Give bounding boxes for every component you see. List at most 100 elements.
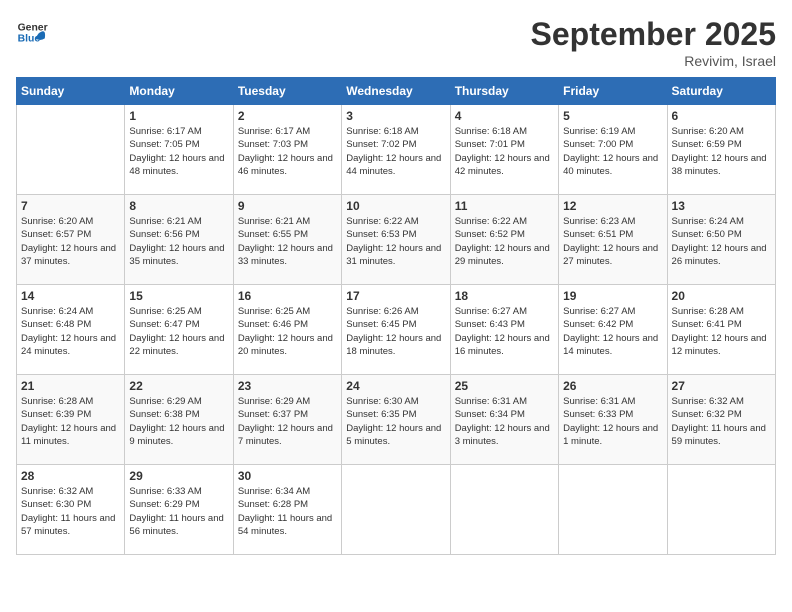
day-info: Sunrise: 6:30 AMSunset: 6:35 PMDaylight:… (346, 395, 445, 448)
calendar-week-4: 21 Sunrise: 6:28 AMSunset: 6:39 PMDayligh… (17, 375, 776, 465)
calendar-cell: 23Sunrise: 6:29 AMSunset: 6:37 PMDayligh… (233, 375, 341, 465)
day-number: 24 (346, 379, 445, 393)
day-info: Sunrise: 6:28 AMSunset: 6:39 PMDaylight:… (21, 395, 120, 448)
day-info: Sunrise: 6:29 AMSunset: 6:38 PMDaylight:… (129, 395, 228, 448)
logo: General Blue (16, 16, 52, 48)
title-block: September 2025 Revivim, Israel (531, 16, 776, 69)
day-header-thursday: Thursday (450, 78, 558, 105)
day-info: Sunrise: 6:21 AMSunset: 6:55 PMDaylight:… (238, 215, 337, 268)
calendar-cell: 20 Sunrise: 6:28 AMSunset: 6:41 PMDayligh… (667, 285, 775, 375)
calendar-week-2: 7Sunrise: 6:20 AMSunset: 6:57 PMDaylight… (17, 195, 776, 285)
calendar-cell (342, 465, 450, 555)
day-number: 28 (21, 469, 120, 483)
calendar-cell: 12 Sunrise: 6:23 AMSunset: 6:51 PMDayligh… (559, 195, 667, 285)
calendar-cell: 15Sunrise: 6:25 AMSunset: 6:47 PMDayligh… (125, 285, 233, 375)
calendar-cell: 2Sunrise: 6:17 AMSunset: 7:03 PMDaylight… (233, 105, 341, 195)
day-number: 22 (129, 379, 228, 393)
day-number: 29 (129, 469, 228, 483)
calendar-cell: 17Sunrise: 6:26 AMSunset: 6:45 PMDayligh… (342, 285, 450, 375)
svg-text:Blue: Blue (18, 34, 41, 45)
calendar-cell: 29 Sunrise: 6:33 AMSunset: 6:29 PMDayligh… (125, 465, 233, 555)
day-number: 20 (672, 289, 771, 303)
day-info: Sunrise: 6:22 AMSunset: 6:52 PMDaylight:… (455, 215, 554, 268)
calendar-cell: 25 Sunrise: 6:31 AMSunset: 6:34 PMDayligh… (450, 375, 558, 465)
day-number: 21 (21, 379, 120, 393)
day-number: 16 (238, 289, 337, 303)
location: Revivim, Israel (531, 53, 776, 69)
day-info: Sunrise: 6:19 AMSunset: 7:00 PMDaylight:… (563, 125, 662, 178)
day-header-tuesday: Tuesday (233, 78, 341, 105)
day-number: 18 (455, 289, 554, 303)
calendar-cell: 16 Sunrise: 6:25 AMSunset: 6:46 PMDayligh… (233, 285, 341, 375)
day-info: Sunrise: 6:21 AMSunset: 6:56 PMDaylight:… (129, 215, 228, 268)
day-number: 27 (672, 379, 771, 393)
calendar-header-row: SundayMondayTuesdayWednesdayThursdayFrid… (17, 78, 776, 105)
day-info: Sunrise: 6:20 AMSunset: 6:57 PMDaylight:… (21, 215, 120, 268)
day-number: 2 (238, 109, 337, 123)
day-header-saturday: Saturday (667, 78, 775, 105)
calendar-cell: 1 Sunrise: 6:17 AMSunset: 7:05 PMDaylight… (125, 105, 233, 195)
day-number: 1 (129, 109, 228, 123)
month-title: September 2025 (531, 16, 776, 53)
calendar-cell: 26 Sunrise: 6:31 AMSunset: 6:33 PMDayligh… (559, 375, 667, 465)
day-number: 25 (455, 379, 554, 393)
calendar-cell (17, 105, 125, 195)
day-info: Sunrise: 6:32 AMSunset: 6:32 PMDaylight:… (672, 395, 771, 448)
page-header: General Blue September 2025 Revivim, Isr… (16, 16, 776, 69)
calendar-cell (450, 465, 558, 555)
calendar-cell: 10 Sunrise: 6:22 AMSunset: 6:53 PMDayligh… (342, 195, 450, 285)
day-info: Sunrise: 6:34 AMSunset: 6:28 PMDaylight:… (238, 485, 337, 538)
day-number: 14 (21, 289, 120, 303)
calendar-cell: 19 Sunrise: 6:27 AMSunset: 6:42 PMDayligh… (559, 285, 667, 375)
day-header-sunday: Sunday (17, 78, 125, 105)
day-number: 12 (563, 199, 662, 213)
day-info: Sunrise: 6:27 AMSunset: 6:43 PMDaylight:… (455, 305, 554, 358)
calendar-cell: 22 Sunrise: 6:29 AMSunset: 6:38 PMDayligh… (125, 375, 233, 465)
day-header-wednesday: Wednesday (342, 78, 450, 105)
calendar-cell: 13 Sunrise: 6:24 AMSunset: 6:50 PMDayligh… (667, 195, 775, 285)
day-info: Sunrise: 6:29 AMSunset: 6:37 PMDaylight:… (238, 395, 337, 448)
calendar-cell: 7Sunrise: 6:20 AMSunset: 6:57 PMDaylight… (17, 195, 125, 285)
day-info: Sunrise: 6:17 AMSunset: 7:05 PMDaylight:… (129, 125, 228, 178)
day-number: 26 (563, 379, 662, 393)
day-info: Sunrise: 6:31 AMSunset: 6:34 PMDaylight:… (455, 395, 554, 448)
day-info: Sunrise: 6:32 AMSunset: 6:30 PMDaylight:… (21, 485, 120, 538)
day-number: 11 (455, 199, 554, 213)
calendar-week-5: 28 Sunrise: 6:32 AMSunset: 6:30 PMDayligh… (17, 465, 776, 555)
day-info: Sunrise: 6:18 AMSunset: 7:01 PMDaylight:… (455, 125, 554, 178)
day-number: 15 (129, 289, 228, 303)
logo-icon: General Blue (16, 16, 48, 48)
day-info: Sunrise: 6:33 AMSunset: 6:29 PMDaylight:… (129, 485, 228, 538)
calendar-week-1: 1 Sunrise: 6:17 AMSunset: 7:05 PMDaylight… (17, 105, 776, 195)
calendar-cell (559, 465, 667, 555)
day-number: 10 (346, 199, 445, 213)
calendar-cell: 6Sunrise: 6:20 AMSunset: 6:59 PMDaylight… (667, 105, 775, 195)
calendar-cell: 5Sunrise: 6:19 AMSunset: 7:00 PMDaylight… (559, 105, 667, 195)
day-number: 19 (563, 289, 662, 303)
day-number: 17 (346, 289, 445, 303)
calendar-cell: 4 Sunrise: 6:18 AMSunset: 7:01 PMDaylight… (450, 105, 558, 195)
day-info: Sunrise: 6:24 AMSunset: 6:50 PMDaylight:… (672, 215, 771, 268)
day-info: Sunrise: 6:25 AMSunset: 6:46 PMDaylight:… (238, 305, 337, 358)
day-header-monday: Monday (125, 78, 233, 105)
day-header-friday: Friday (559, 78, 667, 105)
day-info: Sunrise: 6:23 AMSunset: 6:51 PMDaylight:… (563, 215, 662, 268)
day-info: Sunrise: 6:18 AMSunset: 7:02 PMDaylight:… (346, 125, 445, 178)
calendar-cell: 27 Sunrise: 6:32 AMSunset: 6:32 PMDayligh… (667, 375, 775, 465)
calendar-cell: 8Sunrise: 6:21 AMSunset: 6:56 PMDaylight… (125, 195, 233, 285)
calendar-table: SundayMondayTuesdayWednesdayThursdayFrid… (16, 77, 776, 555)
day-info: Sunrise: 6:31 AMSunset: 6:33 PMDaylight:… (563, 395, 662, 448)
day-info: Sunrise: 6:24 AMSunset: 6:48 PMDaylight:… (21, 305, 120, 358)
day-info: Sunrise: 6:28 AMSunset: 6:41 PMDaylight:… (672, 305, 771, 358)
day-number: 4 (455, 109, 554, 123)
day-info: Sunrise: 6:22 AMSunset: 6:53 PMDaylight:… (346, 215, 445, 268)
day-number: 13 (672, 199, 771, 213)
calendar-week-3: 14 Sunrise: 6:24 AMSunset: 6:48 PMDayligh… (17, 285, 776, 375)
day-number: 6 (672, 109, 771, 123)
calendar-cell: 24 Sunrise: 6:30 AMSunset: 6:35 PMDayligh… (342, 375, 450, 465)
day-number: 30 (238, 469, 337, 483)
day-info: Sunrise: 6:27 AMSunset: 6:42 PMDaylight:… (563, 305, 662, 358)
day-number: 3 (346, 109, 445, 123)
calendar-cell: 21 Sunrise: 6:28 AMSunset: 6:39 PMDayligh… (17, 375, 125, 465)
calendar-cell: 3 Sunrise: 6:18 AMSunset: 7:02 PMDaylight… (342, 105, 450, 195)
